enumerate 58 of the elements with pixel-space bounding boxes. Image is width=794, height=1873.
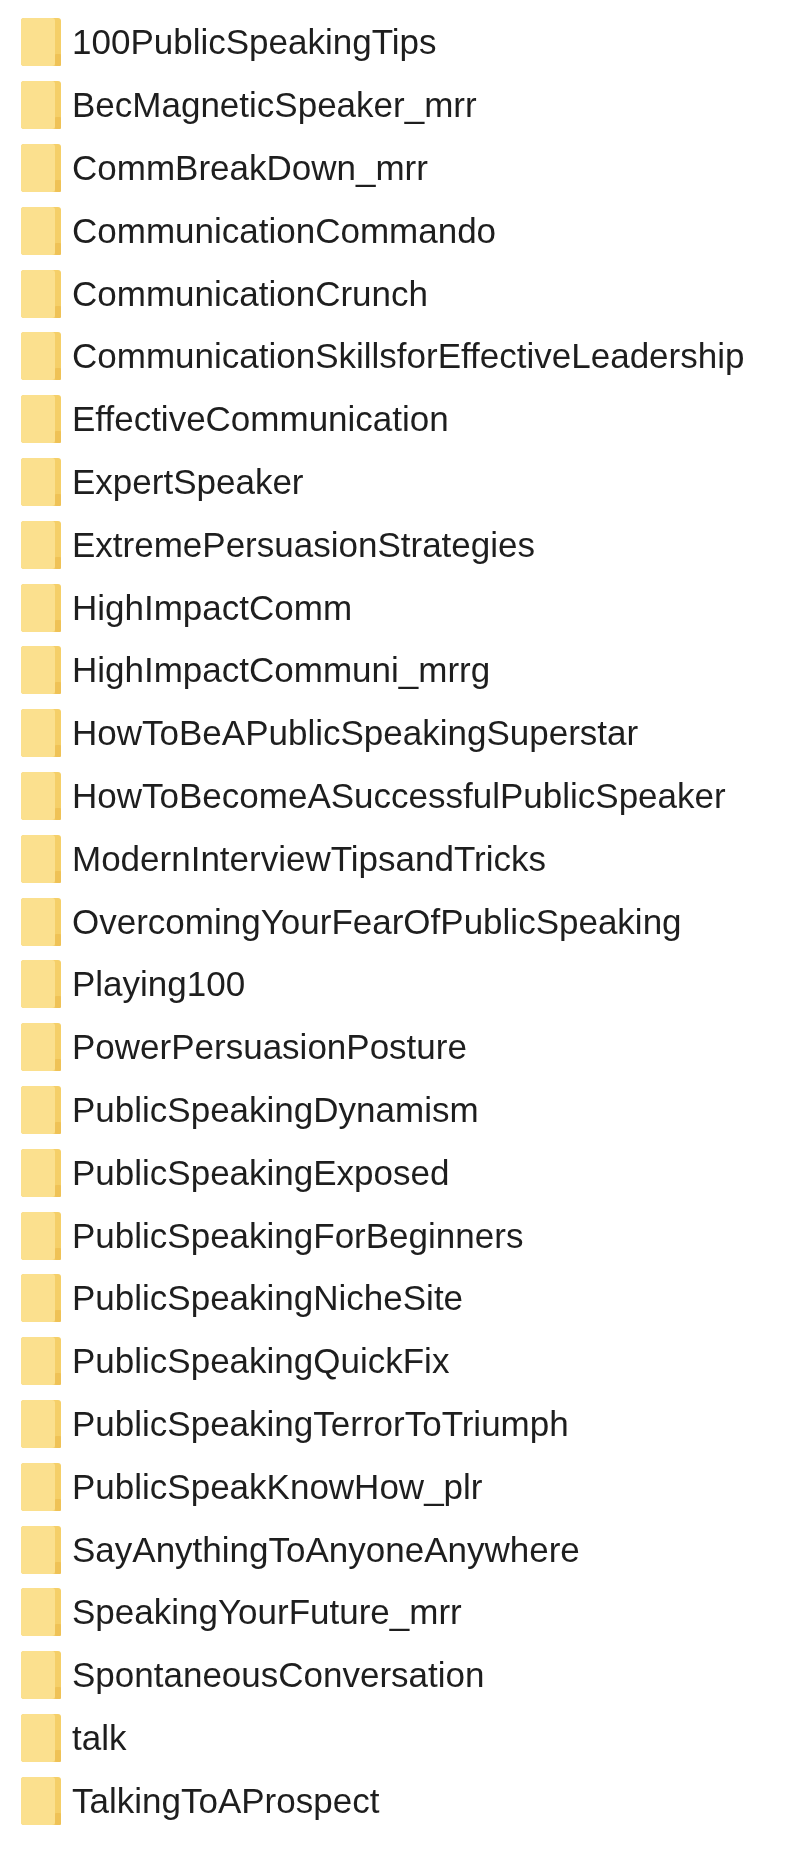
folder-item[interactable]: PublicSpeakingExposed (21, 1148, 450, 1197)
folder-icon (21, 1274, 61, 1323)
folder-icon (21, 144, 61, 192)
folder-icon (21, 1588, 61, 1637)
folder-item[interactable]: PublicSpeakingNicheSite (21, 1274, 464, 1323)
folder-icon (21, 1776, 61, 1825)
folder-item[interactable]: SayAnythingToAnyoneAnywhere (21, 1525, 580, 1574)
folder-icon (21, 960, 61, 1009)
folder-item[interactable]: PublicSpeakingForBeginners (21, 1211, 524, 1260)
folder-icon (21, 206, 61, 255)
folder-icon (21, 395, 61, 444)
folder-item[interactable]: CommunicationCrunch (21, 269, 428, 318)
folder-item[interactable]: HighImpactComm (21, 583, 353, 632)
folder-item[interactable]: EffectiveCommunication (21, 395, 449, 444)
folder-item[interactable]: PublicSpeakKnowHow_plr (21, 1462, 483, 1511)
folder-icon (21, 709, 61, 758)
folder-icon (21, 1713, 61, 1762)
folder-item[interactable]: 100PublicSpeakingTips (21, 18, 437, 67)
folder-item[interactable]: ExpertSpeaker (21, 457, 304, 506)
folder-item[interactable]: HowToBeAPublicSpeakingSuperstar (21, 709, 639, 758)
folder-item[interactable]: SpeakingYourFuture_mrr (21, 1588, 462, 1637)
folder-item[interactable]: CommBreakDown_mrr (21, 144, 428, 192)
folder-icon (21, 897, 61, 946)
folder-icon (21, 332, 61, 381)
folder-item[interactable]: PublicSpeakingTerrorToTriumph (21, 1399, 569, 1448)
folder-icon (21, 18, 61, 67)
folder-item[interactable]: talk (21, 1713, 127, 1762)
folder-icon (21, 1148, 61, 1197)
folder-icon (21, 1525, 61, 1574)
folder-icon (21, 1462, 61, 1511)
folder-item[interactable]: OvercomingYourFearOfPublicSpeaking (21, 897, 682, 946)
folder-icon (21, 834, 61, 883)
folder-item[interactable]: Playing100 (21, 960, 246, 1009)
folder-icon (21, 1337, 61, 1386)
folder-icon (21, 646, 61, 695)
folder-icon (21, 457, 61, 506)
folder-icon (21, 771, 61, 820)
folder-item[interactable]: PublicSpeakingDynamism (21, 1085, 479, 1134)
folder-icon (21, 1399, 61, 1448)
folder-icon (21, 1651, 61, 1700)
folder-icon (21, 81, 61, 130)
folder-icon (21, 1023, 61, 1072)
folder-item[interactable]: HowToBecomeASuccessfulPublicSpeaker (21, 771, 726, 820)
folder-item[interactable]: CommunicationSkillsforEffectiveLeadership (21, 332, 745, 381)
folder-item[interactable]: ModernInterviewTipsandTricks (21, 834, 546, 883)
folder-icon (21, 1211, 61, 1260)
folder-item[interactable]: ExtremePersuasionStrategies (21, 520, 535, 569)
folder-item[interactable]: SpontaneousConversation (21, 1651, 485, 1700)
folder-icon (21, 583, 61, 632)
folder-item[interactable]: TalkingToAProspect (21, 1776, 380, 1825)
folder-item[interactable]: PublicSpeakingQuickFix (21, 1337, 450, 1386)
folder-item[interactable]: PowerPersuasionPosture (21, 1023, 467, 1072)
folder-item[interactable]: BecMagneticSpeaker_mrr (21, 81, 477, 130)
folder-icon (21, 269, 61, 318)
folder-item[interactable]: HighImpactCommuni_mrrg (21, 646, 491, 695)
folder-icon (21, 520, 61, 569)
folder-icon (21, 1085, 61, 1134)
folder-item[interactable]: CommunicationCommando (21, 206, 497, 255)
